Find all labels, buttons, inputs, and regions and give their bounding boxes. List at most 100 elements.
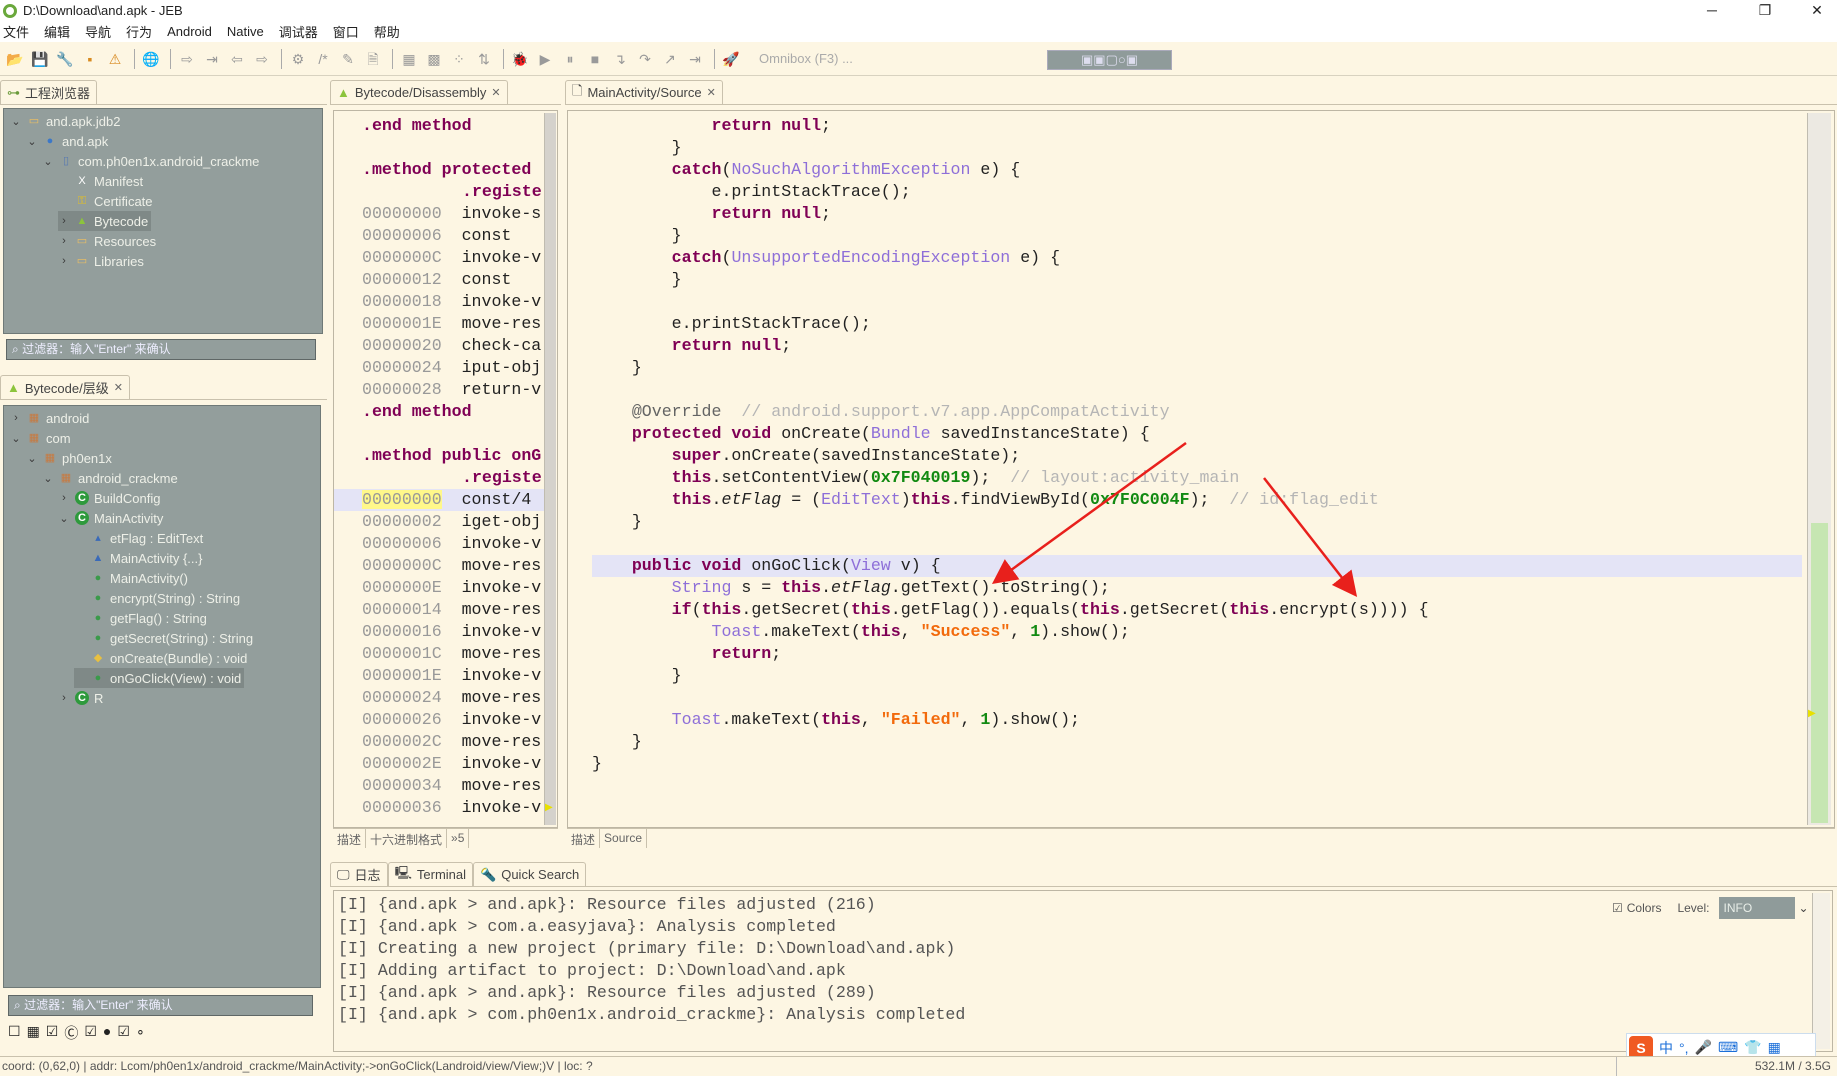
window-icon[interactable]: ▪ (79, 48, 101, 70)
field-filter-icon[interactable]: ∘ (136, 1023, 145, 1043)
tab-log[interactable]: 🖵 日志 (330, 862, 388, 886)
comment-icon[interactable]: /* (312, 48, 334, 70)
code-line[interactable]: } (592, 357, 1802, 379)
disassembly-line[interactable]: .method protected (334, 159, 544, 181)
menu-item-4[interactable]: Android (167, 24, 212, 39)
colors-checkbox[interactable]: ☑ (1612, 901, 1623, 915)
tree-item[interactable]: ⚿ Certificate (58, 191, 156, 211)
bug-icon[interactable]: 🐞 (509, 48, 531, 70)
ime-item-3[interactable]: ⌨ (1718, 1039, 1738, 1056)
tab-hierarchy[interactable]: ▲ Bytecode/层级 ✕ (0, 375, 130, 399)
pause-icon[interactable]: ⏸ (559, 48, 581, 70)
tree-item[interactable]: ⌄ C MainActivity (58, 508, 166, 528)
disassembly-line[interactable]: .method public onG (334, 445, 544, 467)
code-line[interactable]: return null; (592, 203, 1802, 225)
code-line[interactable]: e.printStackTrace(); (592, 313, 1802, 335)
run-icon[interactable]: ▶ (534, 48, 556, 70)
disassembly-line[interactable]: 00000000 const/4 (334, 489, 544, 511)
chevron-right-icon[interactable]: › (58, 215, 70, 227)
disassembly-line[interactable]: .registe (334, 467, 544, 489)
disassembly-line[interactable]: 00000014 move-res (334, 599, 544, 621)
ime-item-4[interactable]: 👕 (1744, 1039, 1761, 1056)
disassembly-line[interactable]: 00000024 iput-obj (334, 357, 544, 379)
project-filter-input[interactable]: ⌕ 过滤器：输入"Enter" 来确认 (6, 339, 316, 360)
tab-terminal[interactable]: 🖳 Terminal (387, 862, 474, 886)
tree-item[interactable]: X Manifest (58, 171, 146, 191)
minimize-button[interactable]: ─ (1692, 0, 1732, 21)
disassembly-line[interactable]: .end method (334, 401, 544, 423)
code-line[interactable] (592, 687, 1802, 709)
menu-item-2[interactable]: 导航 (85, 22, 111, 41)
checkbox-checked-icon[interactable]: ☑ (84, 1023, 97, 1043)
save-icon[interactable]: 💾 (29, 48, 51, 70)
tree-item[interactable]: ● encrypt(String) : String (74, 588, 243, 608)
jump-into-icon[interactable]: ⇥ (201, 48, 223, 70)
disassembly-line[interactable] (334, 423, 544, 445)
tree-item[interactable]: › ▦ android (10, 408, 92, 428)
menu-item-6[interactable]: 调试器 (279, 22, 318, 41)
run-to-line-icon[interactable]: ⇥ (684, 48, 706, 70)
tree-item[interactable]: ⌄ ▭ and.apk.jdb2 (10, 111, 123, 131)
chevron-down-icon[interactable]: ⌄ (26, 452, 38, 465)
tree-item[interactable]: › ▲ Bytecode (58, 211, 152, 231)
close-tab-icon[interactable]: ✕ (114, 381, 123, 394)
close-tab-icon[interactable]: ✕ (491, 86, 500, 99)
code-line[interactable] (592, 379, 1802, 401)
disassembly-line[interactable]: 00000002 iget-obj (334, 511, 544, 533)
tree-item[interactable]: ⌄ ▦ com (10, 428, 74, 448)
tree-item[interactable]: › ▭ Resources (58, 231, 159, 251)
chevron-down-icon[interactable]: ⌄ (10, 432, 22, 445)
code-line[interactable]: this.setContentView(0x7F040019); // layo… (592, 467, 1802, 489)
code-line[interactable]: protected void onCreate(Bundle savedInst… (592, 423, 1802, 445)
globe-icon[interactable]: 🌐 (140, 48, 162, 70)
disassembly-line[interactable]: 0000001E move-res (334, 313, 544, 335)
disassembly-line[interactable]: 0000001E invoke-v (334, 665, 544, 687)
disassembly-view[interactable]: .end method .method protected .registe 0000… (333, 110, 558, 828)
level-dropdown[interactable]: INFO ⌄ (1719, 897, 1812, 919)
tree-item[interactable]: › C R (58, 688, 106, 708)
tree-item[interactable]: ● getSecret(String) : String (74, 628, 256, 648)
project-tree[interactable]: ⌄ ▭ and.apk.jdb2 ⌄ ● and.apk ⌄ ▯ com.ph0en1x.and… (3, 108, 323, 334)
menu-item-0[interactable]: 文件 (3, 22, 29, 41)
forward-arrow-icon[interactable]: ⇨ (251, 48, 273, 70)
code-line[interactable]: @Override // android.support.v7.app.AppC… (592, 401, 1802, 423)
disassembly-line[interactable]: 00000006 const (334, 225, 544, 247)
chevron-right-icon[interactable]: › (58, 692, 70, 704)
disassembly-line[interactable]: 00000018 invoke-v (334, 291, 544, 313)
code-line[interactable]: if(this.getSecret(this.getFlag()).equals… (592, 599, 1802, 621)
code-line[interactable]: } (592, 269, 1802, 291)
disassembly-line[interactable]: 0000002C move-res (334, 731, 544, 753)
back-arrow-icon[interactable]: ⇦ (226, 48, 248, 70)
checkbox-checked-icon[interactable]: ☑ (46, 1023, 59, 1043)
menu-item-1[interactable]: 编辑 (44, 22, 70, 41)
disassembly-line[interactable]: 00000036 invoke-v (334, 797, 544, 819)
ime-item-2[interactable]: 🎤 (1695, 1039, 1712, 1056)
tree-item[interactable]: ▴ etFlag : EditText (74, 528, 206, 548)
wrench-icon[interactable]: 🔧 (54, 48, 76, 70)
tree-item[interactable]: ⌄ ● and.apk (26, 131, 111, 151)
chevron-right-icon[interactable]: › (10, 412, 22, 424)
disassembly-scrollbar[interactable] (544, 113, 556, 825)
disassembly-line[interactable]: 00000016 invoke-v (334, 621, 544, 643)
disassembly-line[interactable]: 00000024 move-res (334, 687, 544, 709)
code-line[interactable]: this.etFlag = (EditText)this.findViewByI… (592, 489, 1802, 511)
hierarchy-tree[interactable]: › ▦ android ⌄ ▦ com ⌄ ▦ ph0en1x ⌄ ▦ android_crackme… (3, 405, 321, 988)
tree-item[interactable]: › C BuildConfig (58, 488, 164, 508)
jump-to-icon[interactable]: ⇨ (176, 48, 198, 70)
warning-icon[interactable]: ⚠ (104, 48, 126, 70)
structure-icon[interactable]: ⇅ (473, 48, 495, 70)
code-line[interactable]: } (592, 665, 1802, 687)
stop-icon[interactable]: ■ (584, 48, 606, 70)
disassembly-line[interactable]: 0000000E invoke-v (334, 577, 544, 599)
chevron-right-icon[interactable]: › (58, 235, 70, 247)
disassembly-line[interactable]: 00000012 const (334, 269, 544, 291)
tree-item[interactable]: ● onGoClick(View) : void (74, 668, 245, 688)
tab-source[interactable]: 🗋 MainActivity/Source ✕ (565, 80, 723, 104)
code-line[interactable]: String s = this.etFlag.getText().toStrin… (592, 577, 1802, 599)
classes-icon[interactable]: ▩ (423, 48, 445, 70)
pencil-icon[interactable]: ✎ (337, 48, 359, 70)
tab-disassembly[interactable]: ▲ Bytecode/Disassembly ✕ (330, 80, 508, 104)
code-line[interactable]: } (592, 225, 1802, 247)
code-line[interactable]: } (592, 511, 1802, 533)
chevron-down-icon[interactable]: ⌄ (58, 512, 70, 525)
